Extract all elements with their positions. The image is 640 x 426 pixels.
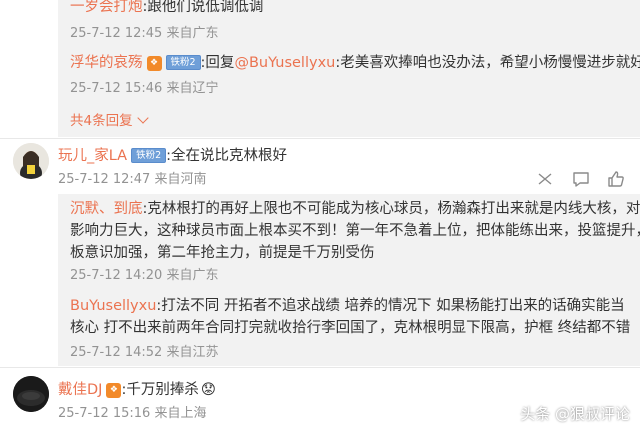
comment-thread: 一岁会打炮:跟他们说低调低调 25-7-12 12:45 来自广东 浮华的哀殇 ❖…	[0, 0, 640, 426]
fan-badge: 铁粉2	[131, 148, 167, 163]
level-icon: ❖	[146, 56, 162, 71]
level-icon: ❖	[106, 383, 122, 398]
reply-text: 核心 打不出来前两年合同打完就收拾行李回国了，克林根明显下限高，护框 终结都不错	[70, 320, 631, 336]
divider	[0, 138, 640, 139]
reply-text: :克林根打的再好上限也不可能成为核心球员，杨瀚森打出来就是内线大核，对比赛	[142, 201, 640, 217]
reply-text: 板意识加强，第二年抢主力，前提是千万别受伤	[70, 245, 375, 261]
reply-item: BuYusellyxu:打法不同 开拓者不追求战绩 培养的情况下 如果杨能打出来…	[70, 296, 625, 316]
reply-author[interactable]: 一岁会打炮	[70, 0, 143, 15]
comment-author[interactable]: 玩儿_家LA	[58, 148, 127, 164]
comment-meta: 25-7-12 12:47 来自河南	[58, 172, 207, 187]
reply-text: 影响力巨大，这种球员市面上根本买不到！第一年不急着上位，把体能练出来，投篮提升，…	[70, 223, 640, 239]
reply-item: 沉默、到底:克林根打的再好上限也不可能成为核心球员，杨瀚森打出来就是内线大核，对…	[70, 199, 640, 219]
avatar[interactable]	[13, 376, 49, 412]
comment-text: :千万别捧杀	[121, 382, 199, 398]
reply-text: :跟他们说低调低调	[142, 0, 264, 15]
reply-meta: 25-7-12 14:20 来自广东	[70, 268, 219, 283]
reply-item: 一岁会打炮:跟他们说低调低调	[70, 0, 263, 17]
comment-author[interactable]: 戴佳DJ	[58, 382, 102, 398]
chevron-down-icon	[137, 112, 149, 124]
divider	[0, 367, 640, 368]
mention-link[interactable]: @BuYusellyxu	[234, 55, 335, 71]
fan-badge: 铁粉2	[165, 55, 201, 70]
avatar-image	[13, 376, 49, 412]
reply-meta: 25-7-12 12:45 来自广东	[70, 26, 219, 41]
share-icon[interactable]	[536, 171, 554, 187]
reply-meta: 25-7-12 15:46 来自辽宁	[70, 81, 219, 96]
like-icon[interactable]	[607, 170, 625, 188]
worried-emoji-icon: 😟	[200, 382, 216, 398]
reply-text: :老美喜欢捧咱也没办法，希望小杨慢慢进步就好	[335, 55, 640, 71]
reply-author[interactable]: 沉默、到底	[70, 201, 143, 217]
comment-meta: 25-7-12 15:16 来自上海	[58, 406, 207, 421]
comment-icon[interactable]	[572, 171, 590, 188]
reply-author[interactable]: 浮华的哀殇	[70, 55, 143, 71]
avatar-image	[13, 143, 49, 179]
reply-meta: 25-7-12 14:52 来自江苏	[70, 345, 219, 360]
reply-text: :打法不同 开拓者不追求战绩 培养的情况下 如果杨能打出来的话确实能当	[156, 298, 625, 314]
watermark: 头条 @狠叔评论	[520, 405, 630, 423]
reply-author[interactable]: BuYusellyxu	[70, 298, 156, 314]
more-replies-label: 共4条回复	[70, 113, 133, 129]
comment-header: 戴佳DJ ❖:千万别捧杀 😟	[58, 380, 216, 400]
comment-text: :全在说比克林根好	[166, 148, 288, 164]
more-replies-link[interactable]: 共4条回复	[70, 109, 149, 129]
reply-item: 浮华的哀殇 ❖ 铁粉2:回复@BuYusellyxu:老美喜欢捧咱也没办法，希望小杨…	[70, 53, 640, 73]
reply-text: :回复	[200, 55, 235, 71]
avatar[interactable]	[13, 143, 49, 179]
comment-header: 玩儿_家LA 铁粉2:全在说比克林根好	[58, 146, 287, 166]
